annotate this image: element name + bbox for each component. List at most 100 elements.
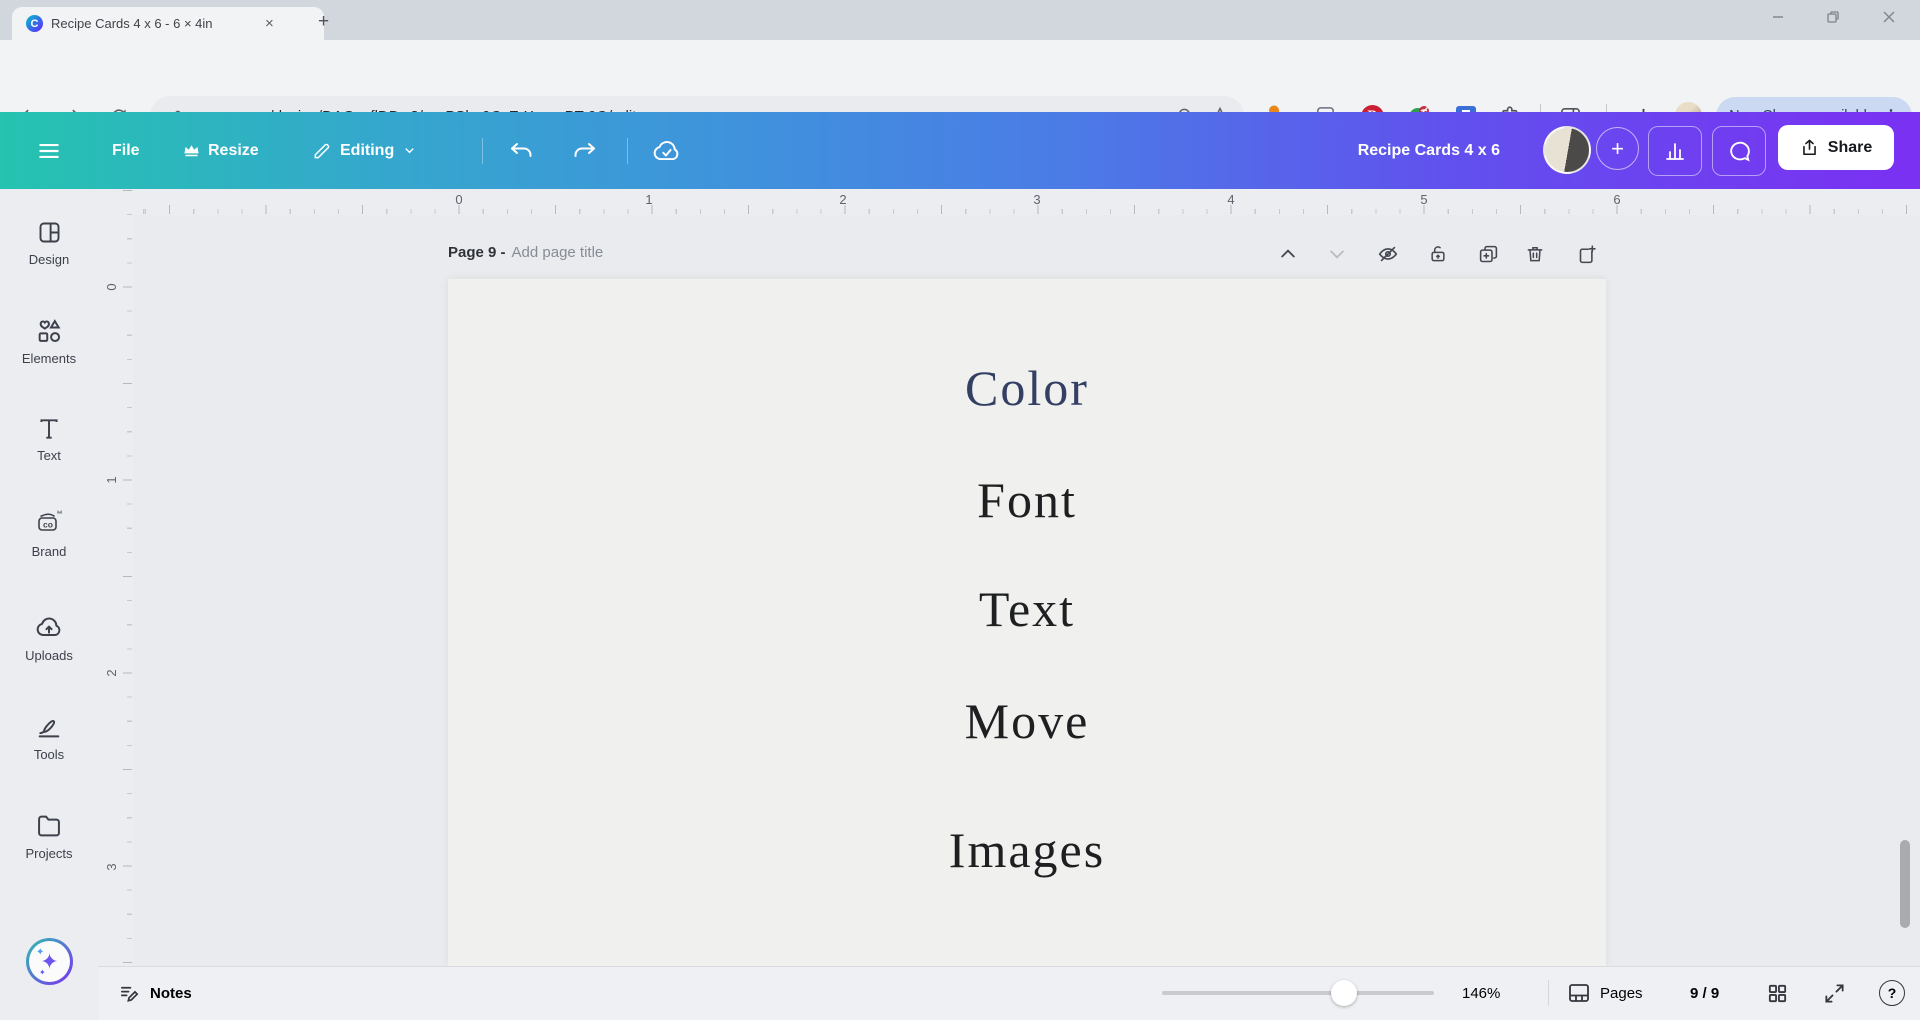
- share-button[interactable]: Share: [1778, 125, 1894, 170]
- collaborator-avatar[interactable]: [1543, 126, 1591, 174]
- topbar-divider: [482, 138, 483, 164]
- hide-page-button[interactable]: [1376, 242, 1400, 266]
- vertical-scrollbar[interactable]: [1900, 840, 1910, 928]
- hruler-label-6: 6: [1609, 192, 1625, 207]
- resize-button[interactable]: Resize: [183, 112, 259, 189]
- page-indicator: 9 / 9: [1690, 966, 1719, 1020]
- browser-toolbar: canva.com/design/DAGrwflDDw8/vyxPShp9CzE…: [0, 40, 1920, 112]
- sidebar-item-uploads[interactable]: Uploads: [0, 614, 98, 663]
- add-collaborator-button[interactable]: +: [1596, 127, 1639, 170]
- canvas-text-font[interactable]: Font: [448, 475, 1606, 525]
- svg-text:co: co: [43, 520, 53, 530]
- vruler-label-1: 1: [104, 472, 120, 488]
- editing-mode-button[interactable]: Editing: [312, 112, 417, 189]
- brand-icon: co: [32, 506, 66, 538]
- sidebar-item-projects[interactable]: Projects: [0, 812, 98, 861]
- editor-sidebar: [0, 189, 99, 1020]
- duplicate-page-button[interactable]: [1476, 242, 1500, 266]
- save-status-button[interactable]: [652, 112, 682, 189]
- help-button[interactable]: ?: [1879, 966, 1905, 1020]
- document-title[interactable]: Recipe Cards 4 x 6: [1332, 112, 1500, 189]
- vruler-label-3: 3: [104, 859, 120, 875]
- page-title-input[interactable]: Add page title: [512, 244, 604, 261]
- browser-tab-bar: C Recipe Cards 4 x 6 - 6 × 4in × +: [0, 0, 1920, 40]
- status-bar: [98, 966, 1920, 1020]
- add-page-button[interactable]: [1575, 242, 1599, 266]
- comment-icon: [1727, 139, 1752, 164]
- sidebar-item-elements[interactable]: Elements: [0, 317, 98, 366]
- editing-label: Editing: [340, 142, 394, 160]
- window-close-button[interactable]: [1866, 0, 1912, 34]
- hruler-label-2: 2: [835, 192, 851, 207]
- insights-button[interactable]: [1648, 126, 1702, 176]
- notes-button[interactable]: Notes: [118, 966, 192, 1020]
- bar-chart-icon: [1663, 139, 1687, 163]
- projects-icon: [35, 812, 63, 840]
- browser-tab[interactable]: C Recipe Cards 4 x 6 - 6 × 4in ×: [12, 7, 324, 40]
- sidebar-item-text[interactable]: Text: [0, 416, 98, 463]
- zoom-level-label: 146%: [1462, 985, 1500, 1002]
- undo-icon: [508, 139, 534, 163]
- hruler-label-3: 3: [1029, 192, 1045, 207]
- window-restore-button[interactable]: [1810, 0, 1856, 34]
- cloud-saved-icon: [652, 138, 682, 164]
- redo-icon: [572, 139, 598, 163]
- sidebar-label-text: Text: [0, 448, 98, 463]
- canvas-page[interactable]: Color Font Text Move Images: [448, 279, 1606, 966]
- window-minimize-button[interactable]: [1755, 0, 1801, 34]
- vruler-label-2: 2: [104, 665, 120, 681]
- move-page-up-button[interactable]: [1276, 242, 1300, 266]
- expand-icon: [1823, 982, 1846, 1005]
- grid-view-button[interactable]: [1766, 966, 1789, 1020]
- hruler-label-5: 5: [1416, 192, 1432, 207]
- undo-button[interactable]: [508, 112, 534, 189]
- present-fullscreen-button[interactable]: [1823, 966, 1846, 1020]
- page-header: Page 9 - Add page title: [448, 244, 603, 261]
- zoom-slider-track[interactable]: [1162, 991, 1434, 995]
- design-icon: [36, 219, 63, 246]
- app-window: C Recipe Cards 4 x 6 - 6 × 4in × +: [0, 0, 1920, 1020]
- canvas-text-color[interactable]: Color: [448, 363, 1606, 413]
- grid-view-icon: [1766, 982, 1789, 1005]
- file-menu-label: File: [112, 142, 140, 160]
- topbar-divider-2: [627, 138, 628, 164]
- horizontal-ruler: 0 1 2 3 4 5 6: [133, 189, 1920, 215]
- sidebar-item-design[interactable]: Design: [0, 219, 98, 267]
- page-number-label: Page 9 -: [448, 244, 506, 261]
- hruler-label-0: 0: [451, 192, 467, 207]
- canvas-text-images[interactable]: Images: [448, 825, 1606, 875]
- pages-button[interactable]: Pages: [1567, 966, 1643, 1020]
- zoom-slider-thumb[interactable]: [1331, 980, 1357, 1006]
- share-label: Share: [1828, 139, 1872, 157]
- main-menu-button[interactable]: [36, 112, 62, 189]
- new-tab-icon[interactable]: +: [318, 12, 329, 31]
- sidebar-item-tools[interactable]: Tools: [0, 713, 98, 762]
- canvas-text-text[interactable]: Text: [448, 584, 1606, 634]
- plus-icon: +: [1611, 136, 1624, 162]
- delete-page-button[interactable]: [1523, 242, 1547, 266]
- sparkle-small-icon: ✦: [36, 947, 44, 958]
- canva-favicon-icon: C: [26, 15, 43, 32]
- canvas-text-move[interactable]: Move: [448, 696, 1606, 746]
- tab-close-icon[interactable]: ×: [265, 16, 274, 31]
- share-upload-icon: [1800, 138, 1819, 157]
- text-icon: [36, 416, 62, 442]
- comments-button[interactable]: [1712, 126, 1766, 176]
- redo-button[interactable]: [572, 112, 598, 189]
- sidebar-item-brand[interactable]: co Brand: [0, 506, 98, 559]
- tools-icon: [35, 713, 63, 741]
- sidebar-label-uploads: Uploads: [0, 648, 98, 663]
- document-title-label: Recipe Cards 4 x 6: [1358, 142, 1500, 160]
- tab-title: Recipe Cards 4 x 6 - 6 × 4in: [51, 16, 261, 31]
- elements-icon: [35, 317, 63, 345]
- statusbar-divider: [1548, 980, 1549, 1006]
- zoom-level[interactable]: 146%: [1462, 966, 1500, 1020]
- hruler-label-4: 4: [1223, 192, 1239, 207]
- ai-assistant-button[interactable]: ✦ ✦ ✦: [26, 938, 73, 985]
- move-page-down-button[interactable]: [1325, 242, 1349, 266]
- resize-label: Resize: [208, 142, 259, 160]
- file-menu-button[interactable]: File: [112, 112, 140, 189]
- sidebar-label-projects: Projects: [0, 846, 98, 861]
- pages-icon: [1567, 981, 1591, 1005]
- lock-page-button[interactable]: [1426, 242, 1450, 266]
